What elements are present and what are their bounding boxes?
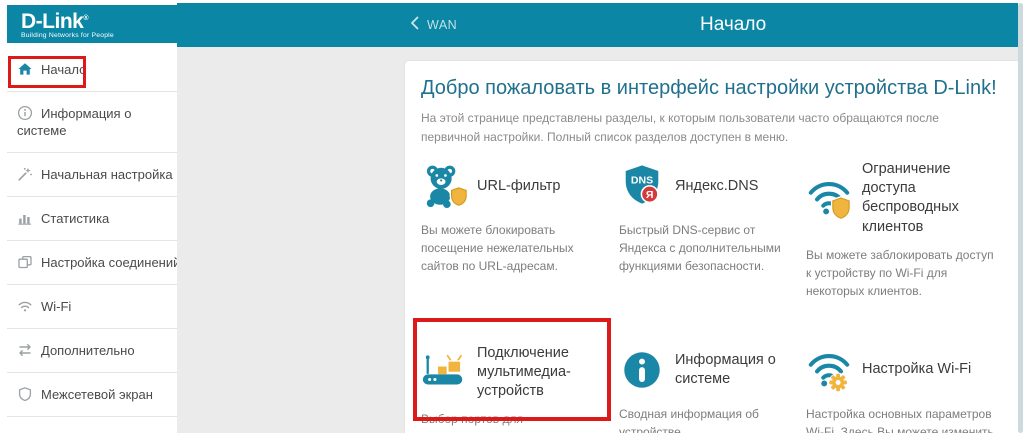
- card-description: Сводная информация об устройстве.: [619, 405, 797, 433]
- sidebar-item-connections-setup[interactable]: Настройка соединений: [7, 241, 177, 285]
- sidebar-item-label: Настройка соединений: [41, 255, 180, 270]
- feature-cards-grid: URL-фильтр Вы можете блокировать посещен…: [421, 160, 1000, 433]
- router-admin-screenshot: D-Link® Building Networks for People WAN…: [0, 0, 1028, 439]
- sidebar-item-advanced[interactable]: Дополнительно: [7, 329, 177, 373]
- dlink-logo: D-Link® Building Networks for People: [7, 5, 177, 43]
- card-yandex-dns[interactable]: DNS Я Яндекс.DNS Быстрый DNS-сервис от Я…: [619, 160, 806, 300]
- card-wireless-access-restriction[interactable]: Ограничение доступа беспроводных клиенто…: [806, 160, 1000, 300]
- brand-name: D-Link: [21, 10, 83, 33]
- brand-tagline: Building Networks for People: [21, 32, 177, 39]
- registered-mark: ®: [83, 15, 88, 22]
- dlink-wordmark: D-Link®: [21, 8, 177, 32]
- welcome-panel: Добро пожаловать в интерфейс настройки у…: [404, 60, 1018, 433]
- sidebar-item-label: Информация о системе: [17, 106, 131, 138]
- svg-text:DNS: DNS: [631, 175, 653, 187]
- sidebar-menu: Начало Информация о системе Начальная на…: [7, 43, 177, 417]
- card-description: Выбор портов для подключения мультимедиа…: [421, 410, 599, 433]
- back-link-wan[interactable]: WAN: [410, 3, 457, 47]
- card-title: Информация о системе: [675, 351, 806, 389]
- card-title: Подключение мультимедиа-устройств: [477, 344, 619, 401]
- welcome-title: Добро пожаловать в интерфейс настройки у…: [421, 76, 1000, 100]
- sidebar-item-home[interactable]: Начало: [7, 43, 177, 92]
- card-title: Ограничение доступа беспроводных клиенто…: [862, 160, 1000, 237]
- sidebar-item-label: Начало: [41, 62, 86, 77]
- sidebar-item-label: Статистика: [41, 211, 109, 226]
- card-title: Настройка Wi-Fi: [862, 360, 971, 379]
- shield-icon: [17, 386, 33, 402]
- card-title: URL-фильтр: [477, 177, 560, 196]
- teddy-bear-shield-icon: [421, 163, 467, 209]
- card-wifi-setup[interactable]: Настройка Wi-Fi Настройка основных парам…: [806, 344, 1000, 433]
- sidebar-item-system-info[interactable]: Информация о системе: [7, 92, 177, 153]
- sidebar-item-label: Начальная настройка: [41, 167, 173, 182]
- sidebar-item-label: Wi-Fi: [41, 299, 71, 314]
- connections-icon: [17, 254, 33, 270]
- wifi-shield-icon: [806, 175, 852, 221]
- sidebar-item-statistics[interactable]: Статистика: [7, 197, 177, 241]
- sidebar-item-firewall[interactable]: Межсетевой экран: [7, 373, 177, 417]
- card-url-filter[interactable]: URL-фильтр Вы можете блокировать посещен…: [421, 160, 619, 300]
- card-system-info[interactable]: Информация о системе Сводная информация …: [619, 344, 806, 433]
- card-title: Яндекс.DNS: [675, 177, 758, 196]
- card-description: Быстрый DNS-сервис от Яндекса с дополнит…: [619, 221, 797, 275]
- sidebar-item-wifi[interactable]: Wi-Fi: [7, 285, 177, 329]
- top-header-bar: WAN Начало: [177, 3, 1018, 47]
- page-title: Начало: [700, 14, 766, 36]
- card-description: Настройка основных параметров Wi-Fi. Зде…: [806, 405, 1000, 433]
- wifi-icon: [17, 298, 33, 314]
- welcome-text: На этой странице представлены разделы, к…: [421, 109, 1000, 146]
- bar-chart-icon: [17, 210, 33, 226]
- sidebar-item-label: Межсетевой экран: [41, 387, 153, 402]
- vertical-scrollbar[interactable]: [1018, 3, 1023, 433]
- card-multimedia-devices[interactable]: Подключение мультимедиа-устройств Выбор …: [421, 344, 619, 433]
- card-description: Вы можете блокировать посещение нежелате…: [421, 221, 599, 275]
- main-content-area: Добро пожаловать в интерфейс настройки у…: [177, 47, 1018, 433]
- sidebar-item-label: Дополнительно: [41, 343, 135, 358]
- chevron-left-icon: [410, 16, 419, 35]
- info-circle-icon: [619, 347, 665, 393]
- wifi-gear-icon: [806, 347, 852, 393]
- router-devices-icon: [421, 349, 467, 395]
- svg-text:Я: Я: [646, 189, 654, 201]
- card-description: Вы можете заблокировать доступ к устройс…: [806, 246, 1000, 300]
- sidebar-item-initial-setup[interactable]: Начальная настройка: [7, 153, 177, 197]
- home-icon: [17, 61, 33, 77]
- dns-shield-icon: DNS Я: [619, 163, 665, 209]
- wand-icon: [17, 166, 33, 182]
- arrows-icon: [17, 342, 33, 358]
- back-link-label: WAN: [427, 18, 457, 32]
- info-icon: [17, 105, 33, 121]
